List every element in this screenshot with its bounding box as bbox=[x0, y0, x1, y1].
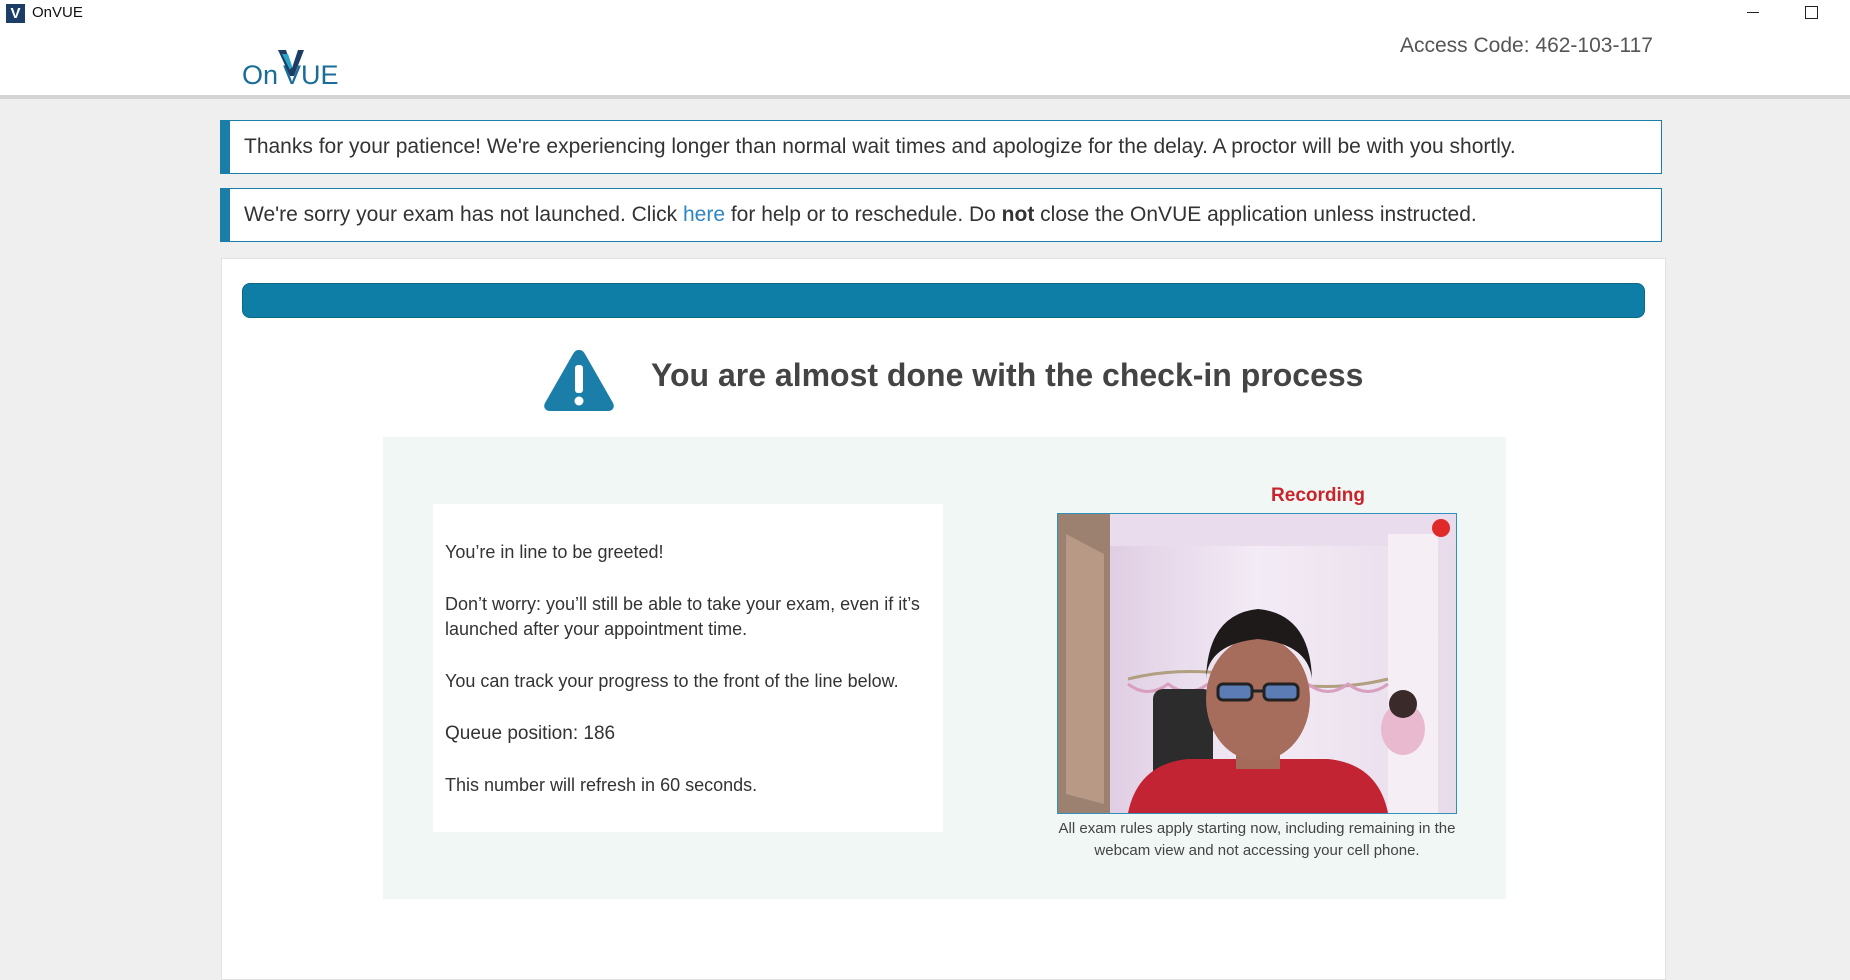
queue-panel: You’re in line to be greeted! Don’t worr… bbox=[383, 437, 1506, 899]
help-link[interactable]: here bbox=[683, 203, 725, 226]
window-title: OnVUE bbox=[32, 4, 83, 21]
queue-position: Queue position: 186 bbox=[445, 723, 616, 744]
logo-text-on: On bbox=[242, 60, 278, 90]
minimize-button[interactable] bbox=[1730, 0, 1776, 26]
app-icon: V bbox=[6, 4, 25, 23]
maximize-button[interactable] bbox=[1788, 0, 1834, 26]
launch-alert-middle: for help or to reschedule. Do bbox=[725, 203, 1002, 226]
app-header: On VUE Access Code: 462-103-117 bbox=[0, 26, 1850, 99]
launch-alert-prefix: We're sorry your exam has not launched. … bbox=[244, 203, 683, 226]
queue-refresh-note: This number will refresh in 60 seconds. bbox=[445, 775, 758, 795]
patience-alert: Thanks for your patience! We're experien… bbox=[220, 120, 1662, 174]
webcam-feed bbox=[1057, 513, 1457, 814]
access-code: Access Code: 462-103-117 bbox=[1400, 34, 1653, 57]
page-heading: You are almost done with the check-in pr… bbox=[651, 357, 1364, 393]
webcam-caption: All exam rules apply starting now, inclu… bbox=[1058, 820, 1456, 859]
launch-alert: We're sorry your exam has not launched. … bbox=[220, 188, 1662, 242]
recording-dot-icon bbox=[1432, 519, 1450, 537]
queue-info-box: You’re in line to be greeted! Don’t worr… bbox=[433, 504, 943, 832]
queue-line-greeting: You’re in line to be greeted! bbox=[445, 542, 664, 562]
launch-alert-suffix: close the OnVUE application unless instr… bbox=[1034, 203, 1477, 226]
warning-icon bbox=[544, 350, 614, 411]
onvue-logo: On VUE bbox=[242, 50, 339, 90]
minimize-icon bbox=[1747, 12, 1759, 14]
launch-alert-bold: not bbox=[1001, 203, 1035, 226]
patience-alert-text: Thanks for your patience! We're experien… bbox=[244, 135, 1516, 158]
queue-line-track: You can track your progress to the front… bbox=[445, 671, 899, 691]
queue-line-reassurance: Don’t worry: you’ll still be able to tak… bbox=[445, 594, 920, 639]
progress-bar bbox=[242, 283, 1645, 318]
window-titlebar: V OnVUE bbox=[0, 0, 1850, 26]
maximize-icon bbox=[1804, 6, 1818, 20]
recording-label: Recording bbox=[1271, 485, 1365, 506]
checkin-card: You are almost done with the check-in pr… bbox=[221, 258, 1666, 980]
webcam-image bbox=[1058, 514, 1456, 813]
